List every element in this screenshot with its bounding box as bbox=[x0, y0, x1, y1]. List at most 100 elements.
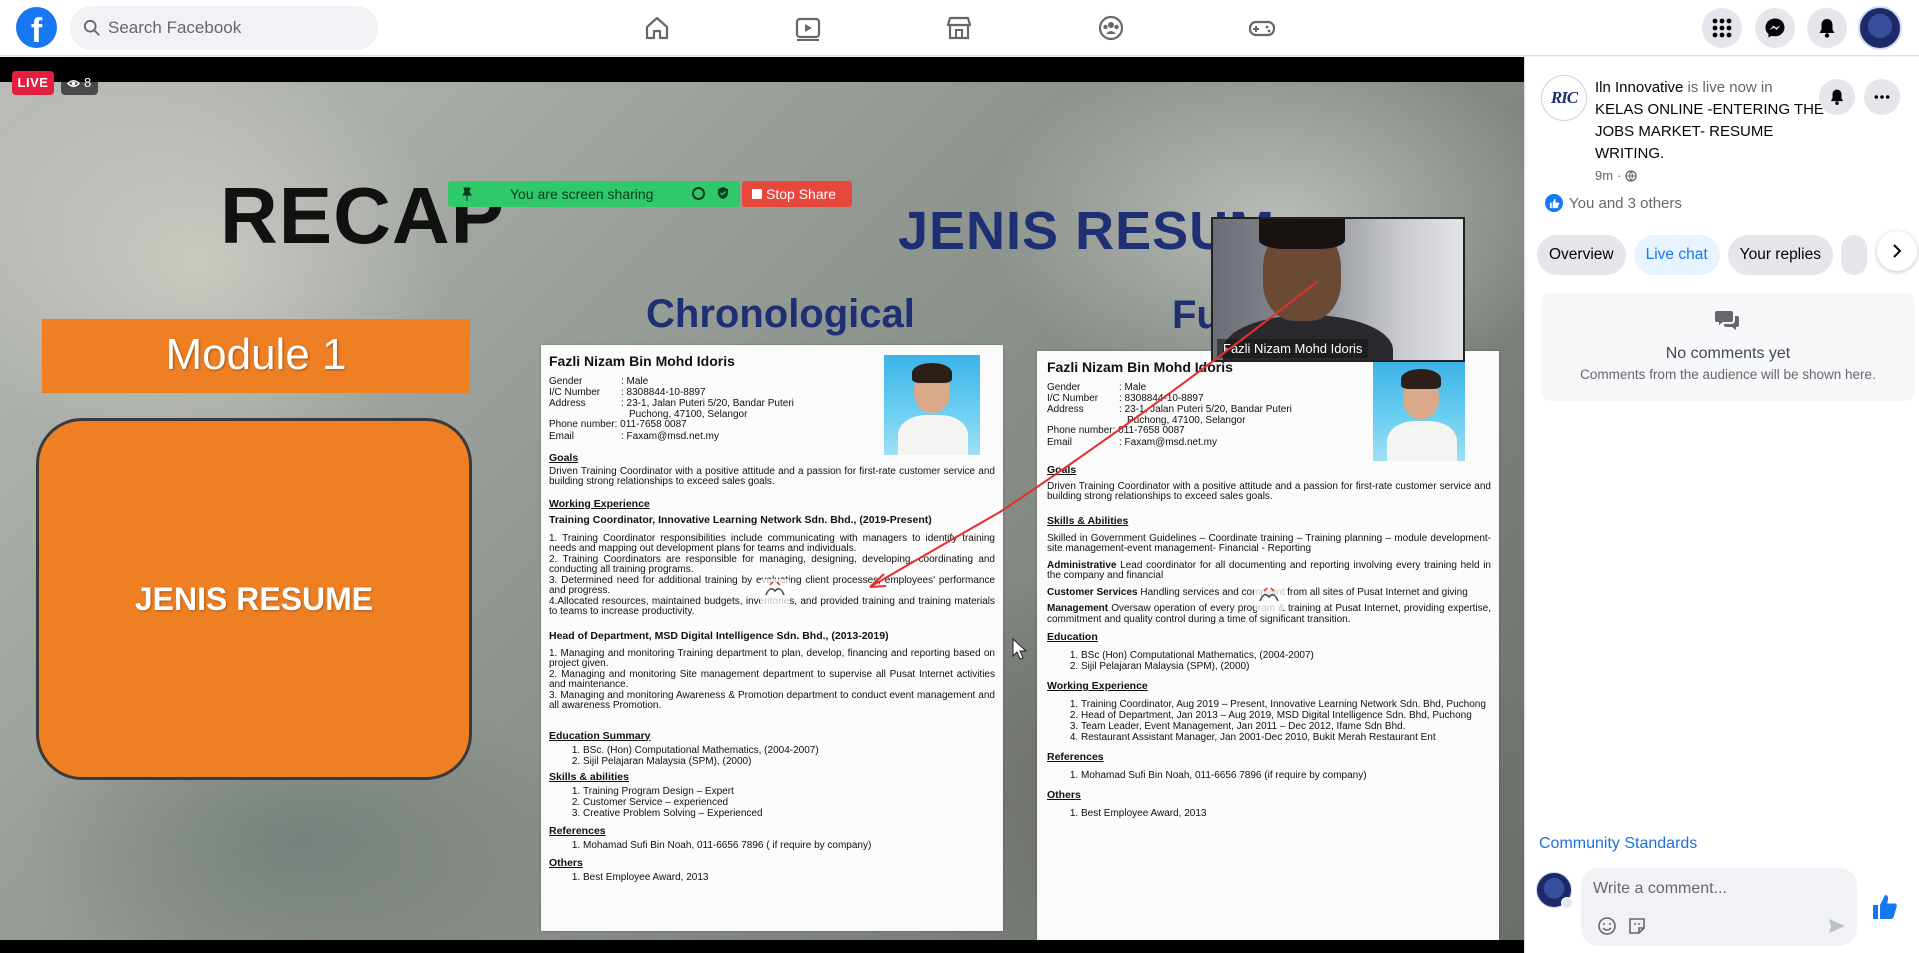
resume-personal-info: Gender: Male I/C Number: 8308844-10-8897… bbox=[549, 376, 879, 420]
home-tab[interactable] bbox=[602, 6, 712, 50]
avatar-switch-icon[interactable] bbox=[1561, 897, 1573, 909]
page-avatar[interactable]: RIC bbox=[1541, 75, 1587, 121]
messenger-button[interactable] bbox=[1755, 8, 1795, 48]
info-label: Gender bbox=[1047, 382, 1081, 393]
top-navigation-bar: f bbox=[0, 0, 1919, 56]
live-video-player[interactable]: RECAP You are screen sharing Stop Share … bbox=[0, 57, 1524, 953]
resume-photo bbox=[884, 355, 980, 455]
presenter-hair bbox=[1259, 219, 1345, 249]
info-value: : 8308844-10-8897 bbox=[1119, 393, 1204, 404]
resume-paragraph: 2. Managing and monitoring Site manageme… bbox=[549, 668, 995, 690]
info-value: : 8308844-10-8897 bbox=[621, 387, 706, 398]
more-icon bbox=[1874, 95, 1890, 99]
like-reaction-icon bbox=[1545, 194, 1563, 212]
resume-section-heading: References bbox=[1047, 751, 1104, 763]
sticker-icon[interactable] bbox=[1627, 916, 1647, 936]
resume-paragraph-text: Oversaw operation of every program & tra… bbox=[1047, 603, 1491, 625]
send-icon[interactable] bbox=[1827, 916, 1847, 936]
menu-grid-icon bbox=[1712, 18, 1732, 38]
tab-your-replies[interactable]: Your replies bbox=[1727, 235, 1833, 275]
post-time-text[interactable]: 9m bbox=[1595, 168, 1613, 183]
presenter-camera: Fazli Nizam Mohd Idoris bbox=[1211, 217, 1465, 362]
resume-list: Training Coordinator, Aug 2019 – Present… bbox=[1081, 699, 1491, 743]
mouse-cursor-icon bbox=[1012, 638, 1028, 660]
emoji-icon[interactable] bbox=[1597, 916, 1617, 936]
resume-paragraph: 1. Training Coordinator responsibilities… bbox=[549, 532, 995, 554]
resume-list-item: Head of Department, Jan 2013 – Aug 2019,… bbox=[1081, 710, 1491, 721]
no-comments-card: No comments yet Comments from the audien… bbox=[1541, 293, 1915, 401]
resume-list-item: Sijil Pelajaran Malaysia (SPM), (2000) bbox=[583, 756, 995, 767]
search-input[interactable] bbox=[108, 6, 368, 50]
watch-tab[interactable] bbox=[753, 6, 863, 50]
groups-tab[interactable] bbox=[1056, 6, 1166, 50]
gamepad-icon bbox=[1248, 20, 1276, 37]
tab-overview[interactable]: Overview bbox=[1537, 235, 1626, 275]
resume-list-item: Training Coordinator, Aug 2019 – Present… bbox=[1081, 699, 1491, 710]
resume-list-item: Mohamad Sufi Bin Noah, 011-6656 7896 (if… bbox=[1081, 770, 1491, 781]
resume-section-heading: Working Experience bbox=[549, 497, 650, 510]
resume-photo bbox=[1373, 361, 1465, 461]
info-value: : Faxam@msd.net.my bbox=[621, 430, 719, 442]
info-value: : 23-1, Jalan Puteri 5/20, Bandar Puteri bbox=[621, 398, 794, 409]
resume-list-item: Creative Problem Solving – Experienced bbox=[583, 808, 995, 819]
resume-list: Best Employee Award, 2013 bbox=[583, 872, 995, 883]
video-icon bbox=[795, 17, 821, 41]
reactions-summary[interactable]: You and 3 others bbox=[1545, 194, 1682, 212]
resume-paragraph: 1. Managing and monitoring Training depa… bbox=[549, 647, 995, 669]
post-time: 9m · bbox=[1595, 168, 1638, 183]
stop-share-button[interactable]: Stop Share bbox=[742, 181, 852, 207]
resume-paragraph-label: Administrative bbox=[1047, 559, 1117, 571]
get-notified-button[interactable] bbox=[1819, 79, 1855, 115]
tab-live-chat[interactable]: Live chat bbox=[1633, 235, 1720, 275]
resume-paragraph: Management Oversaw operation of every pr… bbox=[1047, 603, 1491, 625]
shared-screen: RECAP You are screen sharing Stop Share … bbox=[0, 82, 1524, 940]
comment-composer[interactable] bbox=[1581, 868, 1857, 946]
profile-avatar[interactable] bbox=[1858, 6, 1902, 50]
tabs-scroll-next-button[interactable] bbox=[1877, 231, 1917, 271]
resume-section-heading: Others bbox=[549, 856, 583, 869]
marketplace-tab[interactable] bbox=[904, 6, 1014, 50]
resume-job-title: Training Coordinator, Innovative Learnin… bbox=[549, 513, 932, 526]
notifications-button[interactable] bbox=[1807, 8, 1847, 48]
gaming-tab[interactable] bbox=[1207, 6, 1317, 50]
resume-email-row: Email: Faxam@msd.net.my bbox=[1047, 437, 1377, 448]
chevron-right-icon bbox=[1893, 244, 1902, 258]
pause-share-icon[interactable] bbox=[692, 187, 705, 200]
info-label: Address bbox=[549, 398, 586, 409]
resume-list-item: Customer Service – experienced bbox=[583, 797, 995, 808]
resume-list-item: BSc (Hon) Computational Mathematics, (20… bbox=[1081, 650, 1491, 661]
resume-paragraph: 3. Managing and monitoring Awareness & P… bbox=[549, 689, 995, 711]
resume-list: BSc (Hon) Computational Mathematics, (20… bbox=[1081, 650, 1491, 672]
panel-tabs: Overview Live chat Your replies bbox=[1537, 235, 1867, 275]
community-standards-link[interactable]: Community Standards bbox=[1539, 835, 1697, 853]
event-title[interactable]: KELAS ONLINE -ENTERING THE JOBS MARKET- … bbox=[1595, 99, 1829, 165]
resume-personal-info: Gender: Male I/C Number: 8308844-10-8897… bbox=[1047, 382, 1377, 426]
search-icon bbox=[83, 19, 100, 36]
eye-icon bbox=[67, 79, 80, 87]
bell-icon bbox=[1830, 89, 1844, 105]
resume-section-heading: References bbox=[549, 824, 606, 837]
page-name-link[interactable]: Iln Innovative bbox=[1595, 79, 1683, 96]
resume-section-heading: Goals bbox=[1047, 463, 1077, 476]
facebook-logo-icon[interactable]: f bbox=[16, 7, 57, 48]
resume-section-heading: Skills & Abilities bbox=[1047, 514, 1129, 527]
comment-input[interactable] bbox=[1593, 876, 1843, 902]
info-label: Email bbox=[549, 430, 575, 442]
bell-icon bbox=[1819, 19, 1835, 38]
tab-overflow[interactable] bbox=[1840, 235, 1867, 275]
menu-button[interactable] bbox=[1702, 8, 1742, 48]
like-button-icon[interactable] bbox=[1869, 891, 1901, 923]
resume-chronological: Fazli Nizam Bin Mohd Idoris Gender: Male… bbox=[541, 345, 1003, 931]
resume-job-title: Head of Department, MSD Digital Intellig… bbox=[549, 629, 889, 642]
resume-paragraph: Driven Training Coordinator with a posit… bbox=[549, 465, 995, 487]
slide-module-box: Module 1 bbox=[42, 319, 470, 393]
resume-email-row: Email : Faxam@msd.net.my bbox=[549, 431, 879, 442]
info-label: I/C Number bbox=[549, 387, 601, 398]
resume-list-item: Restaurant Assistant Manager, Jan 2001-D… bbox=[1081, 732, 1491, 743]
more-options-button[interactable] bbox=[1864, 79, 1900, 115]
live-side-panel: RIC Iln Innovative is live now in KELAS … bbox=[1524, 57, 1919, 953]
resume-paragraph: 4.Allocated resources, maintained budget… bbox=[549, 595, 995, 617]
resume-paragraph-label: Management bbox=[1047, 603, 1109, 614]
search-box[interactable] bbox=[70, 6, 378, 50]
my-avatar[interactable] bbox=[1536, 872, 1573, 909]
